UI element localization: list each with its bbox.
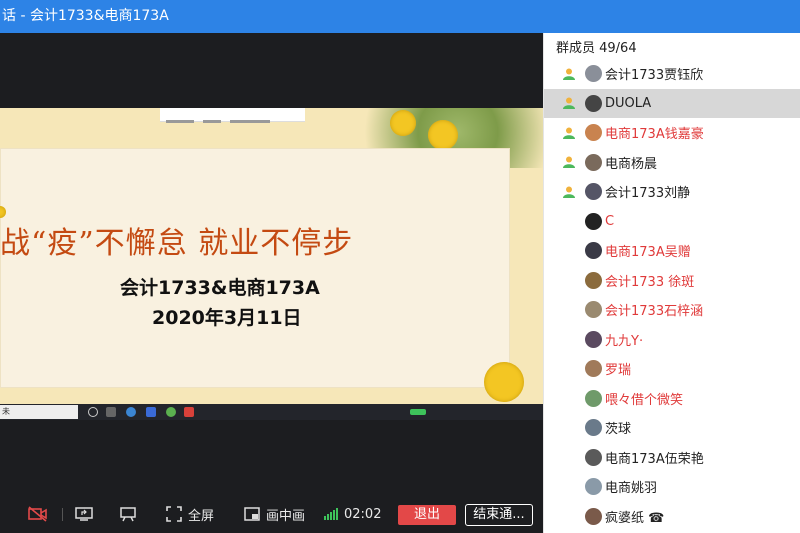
member-name: 电商姚羽 [605,481,658,496]
member-row[interactable]: 电商姚羽 [544,472,800,501]
call-status: 02:02 [324,495,381,533]
member-row[interactable]: 电商173A钱嘉豪 [544,118,800,147]
exit-button[interactable]: 退出 [398,505,456,525]
taskbar-app-icon [184,407,194,417]
member-name: 电商173A吴赠 [605,245,691,260]
camera-off-icon [28,506,47,522]
member-name: 电商173A伍荣艳 [605,451,704,467]
avatar [585,507,602,525]
flower-decoration [428,120,458,150]
member-row[interactable]: 电商杨晨 [544,148,800,177]
window-title: 话 - 会计1733&电商173A [2,8,169,24]
member-name: 会计1733刘静 [605,186,691,201]
member-name: 罗瑞 [605,363,632,378]
user-icon [563,97,575,109]
taskbar-app-icon [146,407,156,417]
user-icon [563,186,575,198]
taskbar-search: 未 [0,405,78,419]
member-row[interactable]: 会计1733石梓涵 [544,295,800,324]
avatar [585,301,602,318]
member-count-title: 群成员 49/64 [556,41,637,56]
flower-decoration [390,110,416,136]
member-name: 电商173A钱嘉豪 [605,127,704,142]
member-row[interactable]: 会计1733 徐斑 [544,266,800,295]
member-row[interactable]: 电商173A伍荣艳 [544,443,800,472]
slide-card [0,148,510,388]
member-row[interactable]: DUOLA [544,88,800,118]
slide-class-name: 会计1733&电商173A [120,277,320,299]
member-name: 会计1733贾钰欣 [605,68,704,83]
user-icon [563,127,575,139]
taskbar-app-icon [106,407,116,417]
window-title-bar: 话 - 会计1733&电商173A [0,0,800,33]
member-name: 电商杨晨 [605,156,658,172]
member-row[interactable]: 电商173A吴赠 [544,236,800,265]
shared-taskbar: 未 [0,404,543,420]
slide-slogan: 战“疫”不懈怠 就业不停步 [0,226,354,261]
member-name: C [605,213,615,229]
member-name: 疯婆纸 ☎ [605,510,665,526]
avatar [585,124,602,141]
member-name: 茨球 [605,422,632,437]
whiteboard-button[interactable] [118,495,138,533]
member-name: 九九Y· [605,333,644,349]
member-name: DUOLA [605,95,652,111]
picture-in-picture-button[interactable]: 画中画 [244,495,305,533]
flower-decoration [484,362,524,402]
taskbar-app-icon [166,407,176,417]
avatar [585,242,602,259]
slide-date: 2020年3月11日 [152,307,302,329]
avatar [585,271,602,289]
avatar [585,94,602,112]
browser-icon [126,407,136,417]
member-panel: 群成员 49/64 会计1733贾钰欣 DUOLA 电商173A钱嘉豪 电商杨晨会计1… [543,33,800,533]
battery-icon [410,409,426,415]
share-screen-button[interactable] [74,495,94,533]
avatar [585,478,602,495]
avatar [585,153,602,171]
avatar [585,448,602,466]
avatar [585,360,602,377]
member-row[interactable]: 会计1733贾钰欣 [544,59,800,88]
member-row[interactable]: 九九Y· [544,325,800,354]
divider [62,508,63,521]
signal-strength-icon [324,508,338,520]
projector-icon [120,507,136,522]
system-tray [507,406,537,418]
member-row[interactable]: 喂々借个微笑 [544,384,800,413]
shared-app-header [160,108,305,123]
picture-in-picture-label: 画中画 [266,508,306,524]
member-name: 会计1733石梓涵 [605,304,704,319]
taskview-icon [88,407,98,417]
avatar [585,330,602,348]
avatar [585,212,602,230]
picture-in-picture-icon [244,507,260,521]
member-row[interactable]: 疯婆纸 ☎ [544,502,800,531]
member-row[interactable]: 罗瑞 [544,354,800,383]
member-name: 喂々借个微笑 [605,392,684,408]
avatar [585,389,602,407]
video-area: 战“疫”不懈怠 就业不停步 会计1733&电商173A 2020年3月11日 未 [0,33,543,495]
call-timer: 02:02 [344,506,382,522]
member-row[interactable]: 茨球 [544,413,800,442]
fullscreen-label: 全屏 [188,508,215,524]
fullscreen-icon [166,506,182,522]
shared-screen: 战“疫”不懈怠 就业不停步 会计1733&电商173A 2020年3月11日 未 [0,108,543,420]
user-icon [563,68,575,80]
avatar [585,65,602,82]
fullscreen-button[interactable]: 全屏 [166,495,214,533]
member-row[interactable]: 会计1733刘静 [544,177,800,206]
member-name: 会计1733 徐斑 [605,274,695,290]
user-icon [563,156,575,168]
end-call-button[interactable]: 结束通... [465,504,533,526]
call-control-bar: 全屏 画中画 02:02 退出 结束通... [0,495,543,533]
member-row[interactable]: C [544,207,800,236]
camera-toggle-button[interactable] [28,495,48,533]
avatar [585,183,602,200]
screen-share-icon [75,507,93,521]
avatar [585,419,602,436]
